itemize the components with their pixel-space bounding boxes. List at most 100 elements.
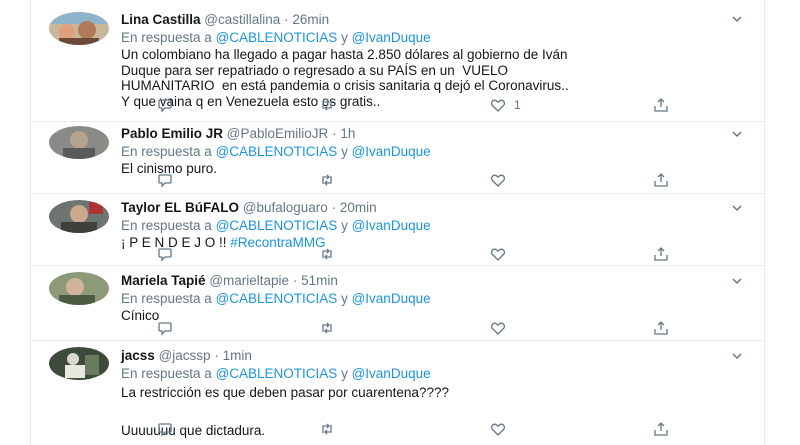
reply-button[interactable] [157, 97, 181, 113]
like-button[interactable]: 1 [490, 97, 521, 113]
mention-link[interactable]: @CABLENOTICIAS [216, 144, 338, 159]
like-button[interactable] [490, 421, 514, 437]
author-handle[interactable]: @marieltapie [209, 273, 289, 288]
tweet-actions [121, 172, 681, 188]
mention-link[interactable]: @CABLENOTICIAS [216, 291, 338, 306]
share-button[interactable] [653, 320, 669, 336]
share-icon [654, 173, 668, 187]
reply-prefix: En respuesta a [121, 366, 212, 381]
mention-link[interactable]: @IvanDuque [352, 30, 431, 45]
timestamp[interactable]: 1min [223, 348, 252, 363]
tweet[interactable]: Lina Castilla @castillalina · 26min En r… [31, 0, 764, 122]
author-name[interactable]: jacss [121, 348, 155, 363]
like-button[interactable] [490, 246, 514, 262]
share-icon [654, 247, 668, 261]
reply-icon [158, 99, 172, 113]
retweet-button[interactable] [319, 320, 343, 336]
tweet-header: Taylor EL BúFALO @bufaloguaro · 20min [121, 199, 734, 217]
like-icon [490, 248, 506, 261]
reply-timeline: Lina Castilla @castillalina · 26min En r… [30, 0, 765, 445]
reply-icon [158, 322, 172, 336]
author-handle[interactable]: @castillalina [204, 12, 280, 27]
tweet[interactable]: Taylor EL BúFALO @bufaloguaro · 20min En… [31, 194, 764, 266]
mention-link[interactable]: @IvanDuque [352, 218, 431, 233]
retweet-button[interactable] [319, 172, 343, 188]
retweet-icon [322, 423, 332, 435]
reply-icon [158, 248, 172, 262]
chevron-down-icon[interactable] [730, 274, 744, 288]
mention-link[interactable]: @IvanDuque [352, 291, 431, 306]
separator: · [332, 126, 337, 141]
share-button[interactable] [653, 97, 669, 113]
tweet-actions: 1 [121, 97, 681, 113]
share-icon [654, 422, 668, 436]
author-handle[interactable]: @bufaloguaro [243, 200, 328, 215]
reply-context: En respuesta a @CABLENOTICIAS y @IvanDuq… [121, 365, 734, 383]
reply-and: y [341, 30, 348, 45]
tweet-actions [121, 320, 681, 336]
tweet-actions [121, 246, 681, 262]
avatar[interactable] [49, 126, 109, 159]
retweet-button[interactable] [319, 246, 343, 262]
share-button[interactable] [653, 246, 669, 262]
like-button[interactable] [490, 320, 514, 336]
reply-context: En respuesta a @CABLENOTICIAS y @IvanDuq… [121, 29, 734, 47]
author-name[interactable]: Pablo Emilio JR [121, 126, 223, 141]
reply-icon [158, 423, 172, 437]
retweet-button[interactable] [319, 97, 343, 113]
mention-link[interactable]: @IvanDuque [352, 144, 431, 159]
reply-prefix: En respuesta a [121, 144, 212, 159]
reply-and: y [341, 218, 348, 233]
avatar[interactable] [49, 200, 109, 233]
avatar[interactable] [49, 347, 109, 380]
avatar[interactable] [49, 12, 109, 45]
author-name[interactable]: Mariela Tapié [121, 273, 206, 288]
reply-button[interactable] [157, 246, 181, 262]
timestamp[interactable]: 1h [340, 126, 355, 141]
reply-prefix: En respuesta a [121, 30, 212, 45]
reply-context: En respuesta a @CABLENOTICIAS y @IvanDuq… [121, 290, 734, 308]
separator: · [284, 12, 289, 27]
retweet-icon [322, 248, 332, 260]
tweet[interactable]: Pablo Emilio JR @PabloEmilioJR · 1h En r… [31, 122, 764, 194]
tweet-header: Mariela Tapié @marieltapie · 51min [121, 272, 734, 290]
like-icon [490, 423, 506, 436]
mention-link[interactable]: @CABLENOTICIAS [216, 30, 338, 45]
reply-prefix: En respuesta a [121, 218, 212, 233]
timestamp[interactable]: 51min [301, 273, 338, 288]
reply-button[interactable] [157, 172, 181, 188]
reply-prefix: En respuesta a [121, 291, 212, 306]
reply-button[interactable] [157, 320, 181, 336]
tweet-actions [121, 421, 681, 437]
avatar[interactable] [49, 272, 109, 305]
like-button[interactable] [490, 172, 514, 188]
chevron-down-icon[interactable] [730, 12, 744, 26]
share-button[interactable] [653, 172, 669, 188]
mention-link[interactable]: @IvanDuque [352, 366, 431, 381]
retweet-button[interactable] [319, 421, 343, 437]
author-name[interactable]: Lina Castilla [121, 12, 201, 27]
timestamp[interactable]: 20min [340, 200, 377, 215]
share-button[interactable] [653, 421, 669, 437]
reply-context: En respuesta a @CABLENOTICIAS y @IvanDuq… [121, 143, 734, 161]
chevron-down-icon[interactable] [730, 201, 744, 215]
retweet-icon [322, 99, 332, 111]
author-name[interactable]: Taylor EL BúFALO [121, 200, 239, 215]
tweet-header: Pablo Emilio JR @PabloEmilioJR · 1h [121, 125, 734, 143]
chevron-down-icon[interactable] [730, 127, 744, 141]
mention-link[interactable]: @CABLENOTICIAS [216, 366, 338, 381]
author-handle[interactable]: @PabloEmilioJR [227, 126, 329, 141]
mention-link[interactable]: @CABLENOTICIAS [216, 218, 338, 233]
chevron-down-icon[interactable] [730, 349, 744, 363]
timestamp[interactable]: 26min [292, 12, 329, 27]
tweet-header: jacss @jacssp · 1min [121, 347, 734, 365]
reply-button[interactable] [157, 421, 181, 437]
reply-icon [158, 174, 172, 188]
separator: · [292, 273, 298, 288]
reply-and: y [341, 291, 348, 306]
tweet[interactable]: Mariela Tapié @marieltapie · 51min En re… [31, 266, 764, 341]
tweet[interactable]: jacss @jacssp · 1min En respuesta a @CAB… [31, 341, 764, 445]
author-handle[interactable]: @jacssp [159, 348, 211, 363]
reply-context: En respuesta a @CABLENOTICIAS y @IvanDuq… [121, 217, 734, 235]
reply-and: y [341, 144, 348, 159]
